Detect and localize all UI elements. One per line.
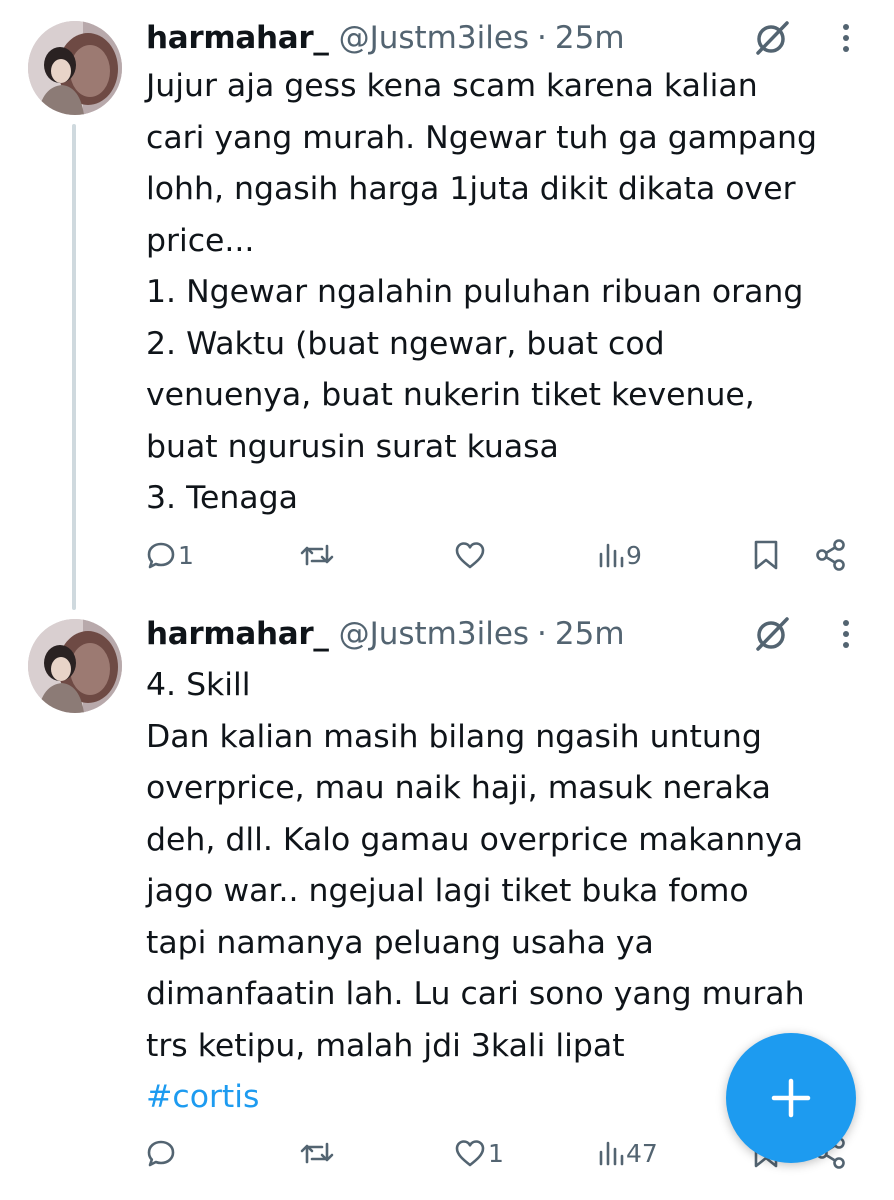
like-button[interactable]: 1 <box>454 1131 504 1175</box>
reply-button[interactable]: 1 <box>146 533 194 577</box>
author-handle[interactable]: @Justm3iles <box>339 616 529 652</box>
like-icon <box>455 542 485 569</box>
views-icon <box>599 543 624 568</box>
tweet-1[interactable]: harmahar_ @Justm3iles · 25m Jujur aja ge… <box>0 0 894 610</box>
text-line: venuenya, buat nukerin tiket kevenue, <box>146 377 755 413</box>
timestamp[interactable]: 25m <box>555 616 625 652</box>
text-line: overprice, mau naik haji, masuk neraka <box>146 770 771 806</box>
compose-button[interactable] <box>726 1033 856 1163</box>
action-bar: 1 9 <box>0 533 894 577</box>
grok-icon[interactable] <box>752 614 792 654</box>
text-line: 3. Tenaga <box>146 480 298 516</box>
text-line: Dan kalian masih bilang ngasih untung <box>146 718 762 755</box>
text-line: 4. Skill <box>146 667 251 703</box>
views-button[interactable]: 47 <box>598 1131 658 1175</box>
like-count: 1 <box>488 1138 504 1168</box>
avatar[interactable] <box>28 619 122 713</box>
bookmark-icon <box>754 540 778 570</box>
text-line: cari yang murah. Ngewar tuh ga gampang <box>146 119 817 156</box>
share-icon <box>816 539 845 571</box>
author-name[interactable]: harmahar_ <box>146 616 329 652</box>
text-line: deh, dll. Kalo gamau overprice makannya <box>146 821 804 858</box>
text-line: jago war.. ngejual lagi tiket buka fomo <box>146 873 749 909</box>
share-button[interactable] <box>814 533 848 577</box>
tweet-header: harmahar_ @Justm3iles · 25m <box>146 18 625 58</box>
grok-icon[interactable] <box>752 18 792 58</box>
text-line: 1. Ngewar ngalahin puluhan ribuan orang <box>146 274 804 310</box>
text-line: Jujur aja gess kena scam karena kalian <box>146 68 758 104</box>
reply-icon <box>147 542 175 569</box>
avatar[interactable] <box>28 21 122 115</box>
text-line: dimanfaatin lah. Lu cari sono yang murah <box>146 976 805 1012</box>
text-line: lohh, ngasih harga 1juta dikit dikata ov… <box>146 171 796 207</box>
views-button[interactable]: 9 <box>598 533 642 577</box>
tweet-header: harmahar_ @Justm3iles · 25m <box>146 614 625 654</box>
like-button[interactable] <box>454 533 488 577</box>
reply-count: 1 <box>178 540 194 570</box>
repost-button[interactable] <box>300 1131 336 1175</box>
reply-icon <box>147 1140 175 1167</box>
timestamp[interactable]: 25m <box>555 20 625 56</box>
separator: · <box>537 20 547 56</box>
text-line: 2. Waktu (buat ngewar, buat cod <box>146 325 665 362</box>
view-count: 47 <box>626 1138 658 1168</box>
tweet-text: Jujur aja gess kena scam karena kalian c… <box>146 61 876 525</box>
text-line: tapi namanya peluang usaha ya <box>146 924 654 961</box>
separator: · <box>537 616 547 652</box>
repost-button[interactable] <box>300 533 336 577</box>
bookmark-button[interactable] <box>752 533 780 577</box>
author-name[interactable]: harmahar_ <box>146 20 329 56</box>
text-line: buat ngurusin surat kuasa <box>146 428 559 465</box>
views-icon <box>599 1141 624 1166</box>
more-vertical-icon[interactable] <box>836 18 856 58</box>
like-icon <box>455 1140 485 1167</box>
text-line: price... <box>146 222 255 259</box>
author-handle[interactable]: @Justm3iles <box>339 20 529 56</box>
view-count: 9 <box>626 540 642 570</box>
reply-button[interactable] <box>146 1131 178 1175</box>
repost-icon <box>300 544 334 566</box>
plus-icon <box>771 1078 811 1118</box>
repost-icon <box>300 1142 334 1164</box>
more-vertical-icon[interactable] <box>836 614 856 654</box>
